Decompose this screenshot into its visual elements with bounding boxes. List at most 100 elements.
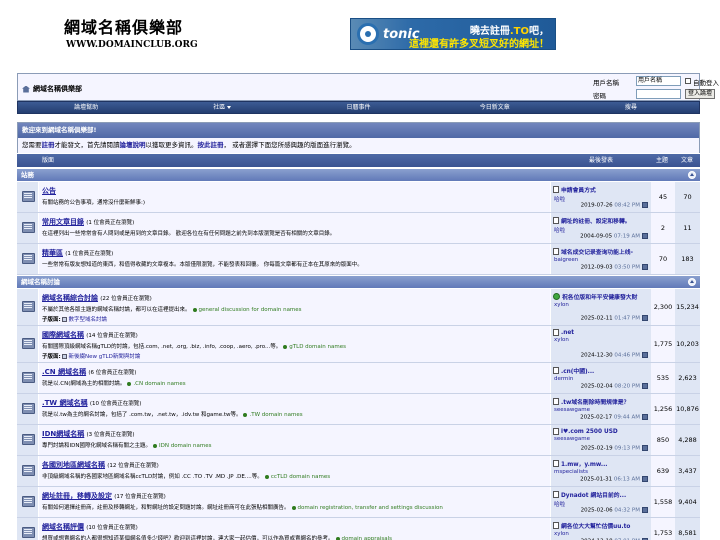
forum-name-link[interactable]: IDN網域名稱	[42, 430, 84, 438]
site-url[interactable]: WWW.DOMAINCLUB.ORG	[66, 40, 198, 50]
subforum-list: 子版面: 新後綴New gTLD新聞與討論	[42, 352, 550, 360]
forum-name-link[interactable]: 網域名稱評價	[42, 523, 84, 531]
forum-status-cell	[17, 394, 39, 424]
last-post-title-link[interactable]: .tw域名刪除時間規律是？	[561, 397, 629, 406]
thread-count: 850	[651, 425, 675, 455]
last-post-date: 2012-09-03 03:50 PM	[581, 264, 648, 271]
last-post-title-link[interactable]: 1.mw，y.mw...	[561, 459, 608, 468]
forum-name-link[interactable]: 公告	[42, 187, 56, 195]
go-to-last-post-icon[interactable]	[642, 445, 648, 451]
forum-folder-icon	[22, 403, 35, 414]
forum-name-link[interactable]: .TW 網域名稱	[42, 399, 88, 407]
remember-checkbox[interactable]	[685, 78, 691, 84]
go-to-last-post-icon[interactable]	[642, 264, 648, 270]
last-post-date: 2004-09-05 07:19 AM	[580, 233, 648, 240]
forum-name-link[interactable]: 常用文章目錄	[42, 218, 84, 226]
welcome-text: 您需要註冊才能發文，首先請閱讀論壇說明以獲取更多資訊。按此註冊， 或者選擇下面您…	[18, 138, 699, 153]
go-to-last-post-icon[interactable]	[642, 476, 648, 482]
register-link[interactable]: 註冊	[42, 141, 55, 149]
last-post-title-link[interactable]: 申請會員方式	[561, 185, 596, 194]
menu-search[interactable]: 搜尋	[563, 102, 699, 113]
category-header[interactable]: 網域名稱討論	[17, 275, 700, 288]
tonic-logo-icon	[357, 23, 379, 45]
forum-row: 網域名稱綜合討論 (22 位會員正在瀏覽) 不屬於其他各版主題的網域名稱討論，都可…	[17, 289, 700, 326]
forum-name-link[interactable]: 網址註冊，移轉及設定	[42, 492, 112, 500]
menu-faq[interactable]: 論壇幫助	[18, 102, 154, 113]
collapse-icon[interactable]	[688, 278, 696, 286]
post-icon	[553, 217, 559, 224]
username-label: 用戶名稱	[593, 79, 619, 87]
col-threads: 主題	[656, 157, 669, 164]
tonic-banner-ad[interactable]: tonic 曉去註冊.TO吧， 這裡還有許多叉短叉好的網址！	[350, 18, 556, 50]
forum-folder-icon	[22, 434, 35, 445]
post-icon	[553, 428, 559, 435]
username-input[interactable]: 用戶名稱	[636, 76, 681, 86]
forum-status-cell	[17, 244, 39, 274]
menu-new-posts[interactable]: 今日新文章	[427, 102, 563, 113]
forum-description-en: domain appraisals	[341, 536, 393, 540]
faq-link[interactable]: 論壇說明	[120, 141, 146, 149]
menu-calendar[interactable]: 日曆事件	[290, 102, 426, 113]
forum-info-cell: 公告 有關站務的公告事項，通常沒什麼新鮮事:)	[39, 182, 551, 212]
forum-description-en: .CN domain names	[133, 381, 186, 387]
thread-count: 535	[651, 363, 675, 393]
forum-folder-icon	[22, 496, 35, 507]
site-title: 網域名稱俱樂部	[64, 18, 184, 37]
forum-name-link[interactable]: 各國別地區網域名稱	[42, 461, 105, 469]
forum-info-cell: .TW 網域名稱 (10 位會員正在瀏覽) 就是以.tw為主的網名討論，包括了 .…	[39, 394, 551, 424]
forum-row: .CN 網域名稱 (6 位會員正在瀏覽) 就是以.CN(網域為主的相關討論。 .CN…	[17, 363, 700, 394]
category-title: 站務	[21, 171, 34, 179]
post-count: 3,437	[675, 456, 700, 486]
subforum-link[interactable]: 新後綴New gTLD新聞與討論	[68, 354, 140, 360]
forum-folder-icon	[22, 253, 35, 264]
forum-description: 有關國際頂級網域名稱gTLD的討論，包括.com, .net, .org, .b…	[42, 344, 346, 350]
category-header[interactable]: 站務	[17, 168, 700, 181]
subforum-link[interactable]: 數字型域名討論	[68, 317, 107, 323]
last-post-title-link[interactable]: Dynadot 網站目前的...	[561, 490, 626, 499]
last-post-title-link[interactable]: i♥.com 2500 USD	[561, 429, 618, 435]
go-to-last-post-icon[interactable]	[642, 383, 648, 389]
go-to-last-post-icon[interactable]	[642, 414, 648, 420]
col-posts: 文章	[681, 157, 694, 164]
thread-count: 2,300	[651, 289, 675, 325]
forum-description-en: gTLD domain names	[289, 344, 346, 350]
forum-description: 非頂級網域名稱的各國家地區網域名稱ccTLD討論，例如 .CC .TO .TV …	[42, 474, 331, 480]
last-post-title-link[interactable]: .net	[561, 330, 574, 336]
go-to-last-post-icon[interactable]	[642, 352, 648, 358]
forum-folder-icon	[22, 338, 35, 349]
subforum-label: 子版面:	[42, 317, 61, 323]
last-post-title-link[interactable]: .cn(中國)...	[561, 366, 594, 375]
forum-name-link[interactable]: 國際網域名稱	[42, 331, 84, 339]
go-to-last-post-icon[interactable]	[642, 233, 648, 239]
login-button[interactable]: 登入論壇	[685, 89, 716, 99]
last-post-title-link[interactable]: 網各位大大幫忙估價uu.to	[561, 521, 630, 530]
last-post-title-link[interactable]: 域名成交记录查询功能上线-	[561, 247, 633, 256]
forum-folder-icon	[22, 222, 35, 233]
last-post-title-link[interactable]: 網址的註冊、設定和移轉。	[561, 216, 631, 225]
forum-name-link[interactable]: 精華區	[42, 249, 63, 257]
forum-viewing-count: (6 位會員正在瀏覽)	[88, 370, 137, 376]
forum-viewing-count: (1 位會員正在瀏覽)	[86, 220, 135, 226]
home-icon[interactable]	[22, 85, 30, 93]
forum-viewing-count: (12 位會員正在瀏覽)	[107, 463, 159, 469]
last-post-title-link[interactable]: 祝各位版和年平安健康發大財	[562, 292, 637, 301]
go-to-last-post-icon[interactable]	[642, 315, 648, 321]
password-input[interactable]	[636, 89, 681, 99]
register-link-2[interactable]: 按此註冊	[198, 141, 224, 149]
menu-community[interactable]: 社區	[154, 102, 290, 113]
last-post-date: 2025-02-19 09:13 PM	[581, 445, 648, 452]
go-to-last-post-icon[interactable]	[642, 202, 648, 208]
last-post-date: 2025-02-06 04:32 PM	[581, 507, 648, 514]
go-to-last-post-icon[interactable]	[642, 507, 648, 513]
forum-table: 版面 最後發表 主題 文章 站務 公告 有關站務的公告事項，通常沒什麼新鮮事:) 申…	[17, 154, 700, 540]
forum-info-cell: 常用文章目錄 (1 位會員正在瀏覽) 在這裡列出一些常常會有人問到或是用到的文章目…	[39, 213, 551, 243]
collapse-icon[interactable]	[688, 171, 696, 179]
post-icon	[553, 329, 559, 336]
forum-info-cell: 網域名稱評價 (10 位會員正在瀏覽) 想買或想賣網名的人都很想知道某個網名值多少…	[39, 518, 551, 540]
forum-info-cell: 國際網域名稱 (14 位會員正在瀏覽) 有關國際頂級網域名稱gTLD的討論，包括.…	[39, 326, 551, 362]
breadcrumb-forum-home[interactable]: 網域名稱俱樂部	[33, 84, 82, 94]
forum-name-link[interactable]: 網域名稱綜合討論	[42, 294, 98, 302]
forum-name-link[interactable]: .CN 網域名稱	[42, 368, 86, 376]
forum-viewing-count: (17 位會員正在瀏覽)	[114, 494, 166, 500]
last-post-date: 2025-02-17 09:44 AM	[580, 414, 648, 421]
